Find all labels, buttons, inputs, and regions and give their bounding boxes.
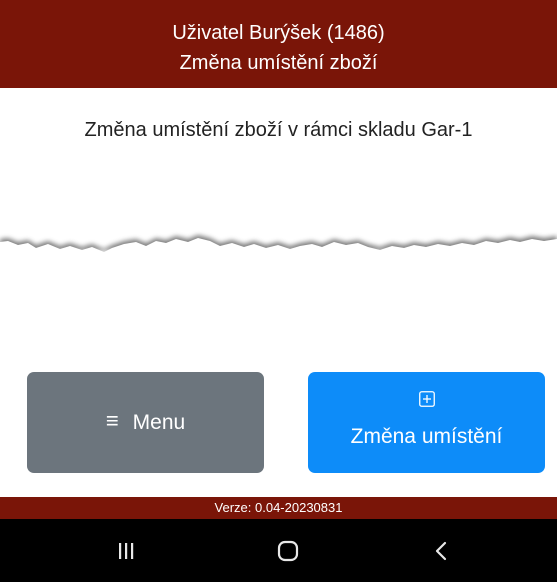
plus-square-icon: [418, 390, 435, 407]
hamburger-menu-icon: ≡: [105, 407, 119, 433]
recent-apps-icon: [119, 542, 134, 559]
home-button[interactable]: [248, 519, 328, 582]
change-location-button-label: Změna umístění: [350, 424, 503, 448]
app-header: Uživatel Burýšek (1486) Změna umístění z…: [0, 0, 557, 88]
change-location-button[interactable]: Změna umístění: [308, 372, 545, 473]
app-screen: Uživatel Burýšek (1486) Změna umístění z…: [0, 0, 557, 582]
home-icon: [277, 540, 299, 561]
version-text: Verze: 0.04-20230831: [214, 500, 343, 515]
recent-apps-button[interactable]: [86, 519, 166, 582]
back-icon: [435, 541, 447, 560]
page-title: Změna umístění zboží: [179, 52, 378, 74]
user-name: Uživatel Burýšek (1486): [172, 22, 385, 44]
menu-button-label: Menu: [132, 410, 186, 434]
back-button[interactable]: [401, 519, 481, 582]
torn-screenshot-divider: [0, 235, 557, 300]
warehouse-description: Změna umístění zboží v rámci skladu Gar-…: [84, 119, 473, 141]
system-navigation-bar: [0, 519, 557, 582]
menu-button[interactable]: ≡ Menu: [27, 372, 264, 473]
version-footer: Verze: 0.04-20230831: [0, 497, 557, 519]
